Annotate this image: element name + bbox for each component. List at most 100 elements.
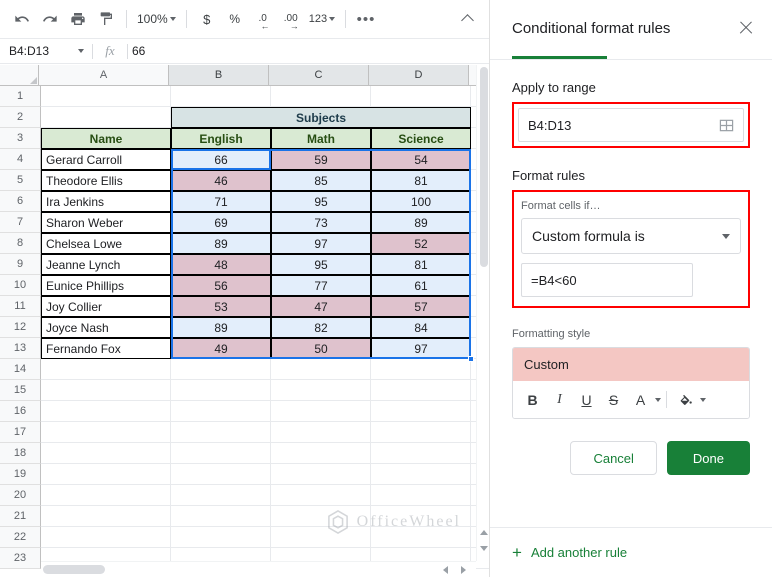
row-header-19[interactable]: 19 bbox=[0, 464, 41, 485]
row-header-6[interactable]: 6 bbox=[0, 191, 41, 212]
paint-format-icon[interactable] bbox=[92, 6, 120, 32]
row-header-21[interactable]: 21 bbox=[0, 506, 41, 527]
cell-science-13[interactable]: 97 bbox=[371, 338, 471, 359]
strikethrough-button[interactable]: S bbox=[600, 386, 627, 413]
cell-c16[interactable] bbox=[271, 401, 371, 422]
cell-english-7[interactable]: 69 bbox=[171, 212, 271, 233]
cell-science-10[interactable]: 61 bbox=[371, 275, 471, 296]
cell-a22[interactable] bbox=[41, 527, 171, 548]
print-icon[interactable] bbox=[64, 6, 92, 32]
undo-icon[interactable] bbox=[8, 6, 36, 32]
cell-math-13[interactable]: 50 bbox=[271, 338, 371, 359]
cell-name-header[interactable]: Name bbox=[41, 128, 171, 149]
column-header-c[interactable]: C bbox=[269, 65, 369, 85]
cell-d17[interactable] bbox=[371, 422, 471, 443]
cell-english-10[interactable]: 56 bbox=[171, 275, 271, 296]
vertical-scroll-thumb[interactable] bbox=[480, 67, 488, 267]
custom-formula-input[interactable]: =B4<60 bbox=[521, 263, 693, 297]
decrease-decimal-button[interactable]: .0 ← bbox=[249, 6, 277, 32]
row-header-14[interactable]: 14 bbox=[0, 359, 41, 380]
text-color-button[interactable]: A bbox=[627, 386, 654, 413]
row-header-17[interactable]: 17 bbox=[0, 422, 41, 443]
more-options-button[interactable]: ••• bbox=[352, 6, 380, 32]
horizontal-scroll-thumb[interactable] bbox=[43, 565, 105, 574]
cell-math-6[interactable]: 95 bbox=[271, 191, 371, 212]
cell-name-12[interactable]: Joyce Nash bbox=[41, 317, 171, 338]
cell-math-9[interactable]: 95 bbox=[271, 254, 371, 275]
scroll-left-icon[interactable] bbox=[443, 565, 448, 574]
range-input[interactable]: B4:D13 bbox=[518, 108, 744, 142]
cell-name-9[interactable]: Jeanne Lynch bbox=[41, 254, 171, 275]
row-header-4[interactable]: 4 bbox=[0, 149, 41, 170]
cell-science-4[interactable]: 54 bbox=[371, 149, 471, 170]
add-another-rule-button[interactable]: + Add another rule bbox=[490, 527, 772, 577]
cell-math-8[interactable]: 97 bbox=[271, 233, 371, 254]
row-header-11[interactable]: 11 bbox=[0, 296, 41, 317]
fill-color-chevron-down-icon[interactable] bbox=[700, 397, 706, 402]
cell-english-11[interactable]: 53 bbox=[171, 296, 271, 317]
bold-button[interactable]: B bbox=[519, 386, 546, 413]
row-header-13[interactable]: 13 bbox=[0, 338, 41, 359]
style-preview[interactable]: Custom bbox=[513, 348, 749, 381]
row-header-15[interactable]: 15 bbox=[0, 380, 41, 401]
cell-science-6[interactable]: 100 bbox=[371, 191, 471, 212]
cell-science-11[interactable]: 57 bbox=[371, 296, 471, 317]
cell-math-7[interactable]: 73 bbox=[271, 212, 371, 233]
collapse-toolbar-button[interactable] bbox=[453, 6, 481, 32]
cell-a15[interactable] bbox=[41, 380, 171, 401]
cell-a1[interactable] bbox=[41, 86, 171, 107]
increase-decimal-button[interactable]: .00 → bbox=[277, 6, 305, 32]
zoom-selector[interactable]: 100% bbox=[133, 6, 180, 32]
cell-english-12[interactable]: 89 bbox=[171, 317, 271, 338]
cell-science-7[interactable]: 89 bbox=[371, 212, 471, 233]
cell-c20[interactable] bbox=[271, 485, 371, 506]
row-header-18[interactable]: 18 bbox=[0, 443, 41, 464]
cell-d18[interactable] bbox=[371, 443, 471, 464]
cell-name-4[interactable]: Gerard Carroll bbox=[41, 149, 171, 170]
cell-english-5[interactable]: 46 bbox=[171, 170, 271, 191]
cell-a17[interactable] bbox=[41, 422, 171, 443]
cell-a18[interactable] bbox=[41, 443, 171, 464]
percent-format-button[interactable]: % bbox=[221, 6, 249, 32]
cell-d19[interactable] bbox=[371, 464, 471, 485]
cell-c17[interactable] bbox=[271, 422, 371, 443]
cell-d16[interactable] bbox=[371, 401, 471, 422]
cell-d22[interactable] bbox=[371, 527, 471, 548]
cell-name-13[interactable]: Fernando Fox bbox=[41, 338, 171, 359]
cell-d1[interactable] bbox=[371, 86, 471, 107]
cell-english-13[interactable]: 49 bbox=[171, 338, 271, 359]
cell-english-9[interactable]: 48 bbox=[171, 254, 271, 275]
column-header-b[interactable]: B bbox=[169, 65, 269, 85]
cell-math-11[interactable]: 47 bbox=[271, 296, 371, 317]
row-header-23[interactable]: 23 bbox=[0, 548, 41, 569]
cell-math-10[interactable]: 77 bbox=[271, 275, 371, 296]
condition-select[interactable]: Custom formula is bbox=[521, 218, 741, 254]
row-header-12[interactable]: 12 bbox=[0, 317, 41, 338]
cell-b15[interactable] bbox=[171, 380, 271, 401]
cell-b19[interactable] bbox=[171, 464, 271, 485]
cell-math-5[interactable]: 85 bbox=[271, 170, 371, 191]
cell-b22[interactable] bbox=[171, 527, 271, 548]
row-header-8[interactable]: 8 bbox=[0, 233, 41, 254]
row-header-1[interactable]: 1 bbox=[0, 86, 41, 107]
cell-d15[interactable] bbox=[371, 380, 471, 401]
row-header-9[interactable]: 9 bbox=[0, 254, 41, 275]
fill-color-button[interactable] bbox=[672, 386, 699, 413]
vertical-scrollbar[interactable] bbox=[476, 65, 489, 561]
cell-b18[interactable] bbox=[171, 443, 271, 464]
cell-name-6[interactable]: Ira Jenkins bbox=[41, 191, 171, 212]
cell-c19[interactable] bbox=[271, 464, 371, 485]
cell-b17[interactable] bbox=[171, 422, 271, 443]
row-header-3[interactable]: 3 bbox=[0, 128, 41, 149]
row-header-10[interactable]: 10 bbox=[0, 275, 41, 296]
select-all-corner[interactable] bbox=[0, 65, 39, 85]
cell-math-4[interactable]: 59 bbox=[271, 149, 371, 170]
row-header-20[interactable]: 20 bbox=[0, 485, 41, 506]
cell-b21[interactable] bbox=[171, 506, 271, 527]
cell-math-header[interactable]: Math bbox=[271, 128, 371, 149]
column-header-a[interactable]: A bbox=[39, 65, 169, 85]
cell-a19[interactable] bbox=[41, 464, 171, 485]
cell-b14[interactable] bbox=[171, 359, 271, 380]
column-header-d[interactable]: D bbox=[369, 65, 469, 85]
redo-icon[interactable] bbox=[36, 6, 64, 32]
